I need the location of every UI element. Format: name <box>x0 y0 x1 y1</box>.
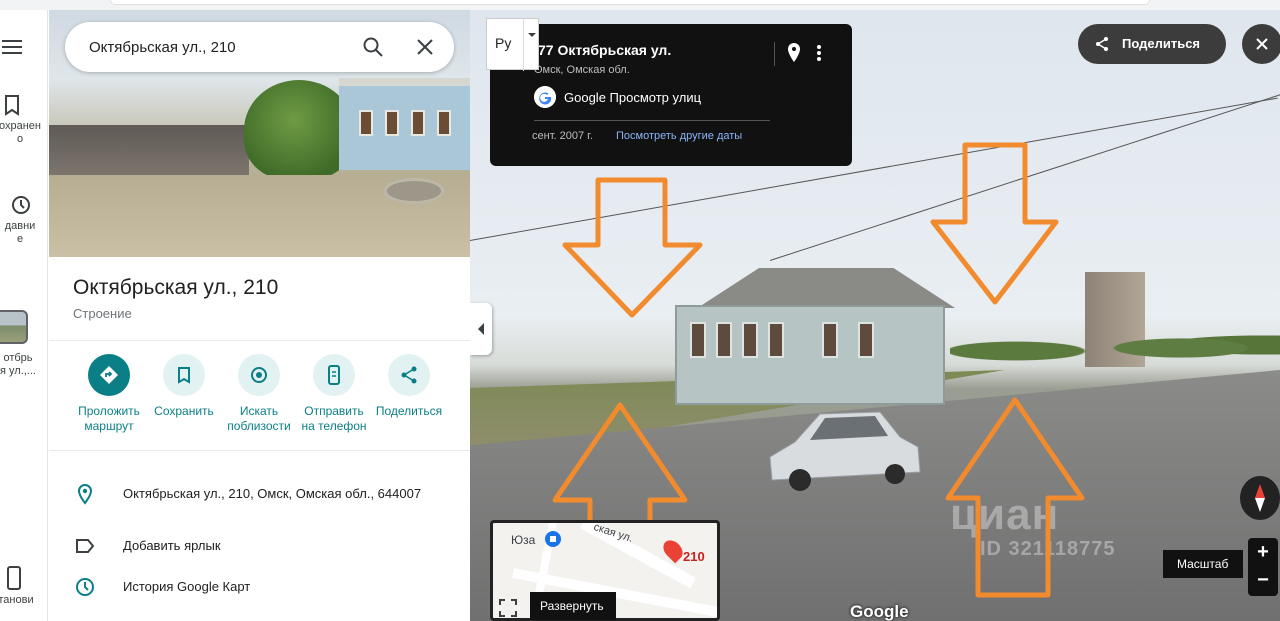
address-bar[interactable] <box>110 0 1150 5</box>
divider <box>49 340 470 341</box>
close-streetview-button[interactable] <box>1242 24 1280 64</box>
collapse-panel-button[interactable] <box>470 303 492 355</box>
google-logo: Google <box>850 602 909 621</box>
more-vert-icon[interactable] <box>816 44 822 62</box>
streetview-service: Google Просмотр улиц <box>564 90 702 105</box>
street-view[interactable]: циан ID 321118775 77 Октябрьская ул. Омс… <box>470 10 1280 621</box>
nearby-label: Искать поблизости <box>227 404 291 433</box>
recent-place-thumbnail[interactable] <box>0 310 28 344</box>
rail-item-install[interactable]: танови <box>0 566 48 607</box>
zoom-out-button[interactable]: − <box>1248 568 1278 592</box>
send-to-phone-label: Отправить на телефон <box>301 404 367 433</box>
google-logo-icon <box>534 86 556 108</box>
other-dates-link[interactable]: Посмотреть другие даты <box>616 130 742 142</box>
rail-item-place[interactable]: отбрь я ул.,... <box>0 352 48 378</box>
bookmark-icon <box>5 95 19 116</box>
browser-top-strip <box>0 0 1280 10</box>
zoom-control: + − <box>1248 538 1278 596</box>
chevron-down-icon <box>528 33 536 37</box>
bookmark-icon <box>178 367 190 384</box>
expand-minimap-button[interactable]: Развернуть <box>530 592 616 620</box>
scale-label: Масштаб <box>1177 557 1229 571</box>
rail-item-saved-label: охранен о <box>0 120 41 145</box>
arrow-down-left <box>562 177 703 318</box>
save-label: Сохранить <box>154 404 214 418</box>
history-icon <box>12 196 30 214</box>
poi-icon <box>545 531 561 547</box>
arrow-down-right <box>930 142 1059 305</box>
rail-item-recent[interactable]: давни е <box>0 194 48 246</box>
streetview-region: Омск, Омская обл. <box>534 64 630 76</box>
directions-label: Проложить маршрут <box>78 404 140 433</box>
chevron-left-icon <box>478 323 484 335</box>
rail-item-recent-label: давни е <box>4 220 36 245</box>
place-subtitle: Строение <box>73 306 132 321</box>
action-bar: Проложить маршрут Сохранить Искать побли… <box>49 354 470 454</box>
rail-item-place-label: отбрь я ул.,... <box>0 352 36 377</box>
fullscreen-icon[interactable] <box>498 598 518 618</box>
nearby-button[interactable]: Искать поблизости <box>216 354 302 434</box>
divider <box>49 450 470 451</box>
label-icon <box>76 539 95 553</box>
add-label-text: Добавить ярлык <box>123 538 221 553</box>
streetview-share-button[interactable]: Поделиться <box>1078 24 1226 64</box>
share-icon <box>401 366 417 384</box>
close-icon <box>1256 38 1268 50</box>
rail-item-install-label: танови <box>0 594 34 606</box>
scale-tooltip: Масштаб <box>1163 550 1243 578</box>
minimap-poi: Юза <box>511 533 536 547</box>
left-rail: охранен о давни е отбрь я ул.,... танови <box>0 10 48 621</box>
search-icon[interactable] <box>361 35 385 59</box>
directions-button[interactable]: Проложить маршрут <box>66 354 152 434</box>
history-icon <box>76 578 94 596</box>
location-pin-icon[interactable] <box>786 42 802 64</box>
search-input[interactable] <box>89 36 349 58</box>
arrow-up-right <box>945 397 1085 598</box>
maps-history-text: История Google Карт <box>123 579 251 594</box>
save-button[interactable]: Сохранить <box>141 354 227 419</box>
location-pin-icon <box>77 483 93 505</box>
language-value: Ру <box>495 35 512 51</box>
zoom-in-button[interactable]: + <box>1248 540 1278 564</box>
place-title: Октябрьская ул., 210 <box>73 276 279 299</box>
menu-icon[interactable] <box>2 40 22 54</box>
share-label: Поделиться <box>375 404 443 418</box>
directions-icon <box>100 366 118 384</box>
language-select[interactable]: Ру <box>486 18 539 71</box>
share-button-label: Поделиться <box>1122 36 1201 51</box>
phone-icon <box>328 365 340 385</box>
share-button[interactable]: Поделиться <box>366 354 452 419</box>
minimap-number: 210 <box>683 549 705 564</box>
phone-icon <box>7 566 21 590</box>
app-root: охранен о давни е отбрь я ул.,... танови <box>0 0 1280 621</box>
compass-icon[interactable] <box>1240 476 1280 520</box>
place-panel: Октябрьская ул., 210 Строение Проложить … <box>49 10 470 621</box>
close-icon[interactable] <box>413 35 437 59</box>
expand-label: Развернуть <box>540 599 604 613</box>
rail-item-saved[interactable]: охранен о <box>0 94 48 146</box>
streetview-info-card: 77 Октябрьская ул. Омск, Омская обл. Goo… <box>490 24 852 166</box>
streetview-address[interactable]: 77 Октябрьская ул. <box>538 42 671 58</box>
share-icon <box>1096 37 1108 51</box>
search-box[interactable] <box>65 22 454 72</box>
nearby-icon <box>251 367 267 383</box>
address-text: Октябрьская ул., 210, Омск, Омская обл.,… <box>123 486 422 501</box>
capture-date: сент. 2007 г. <box>532 130 593 142</box>
send-to-phone-button[interactable]: Отправить на телефон <box>291 354 377 434</box>
